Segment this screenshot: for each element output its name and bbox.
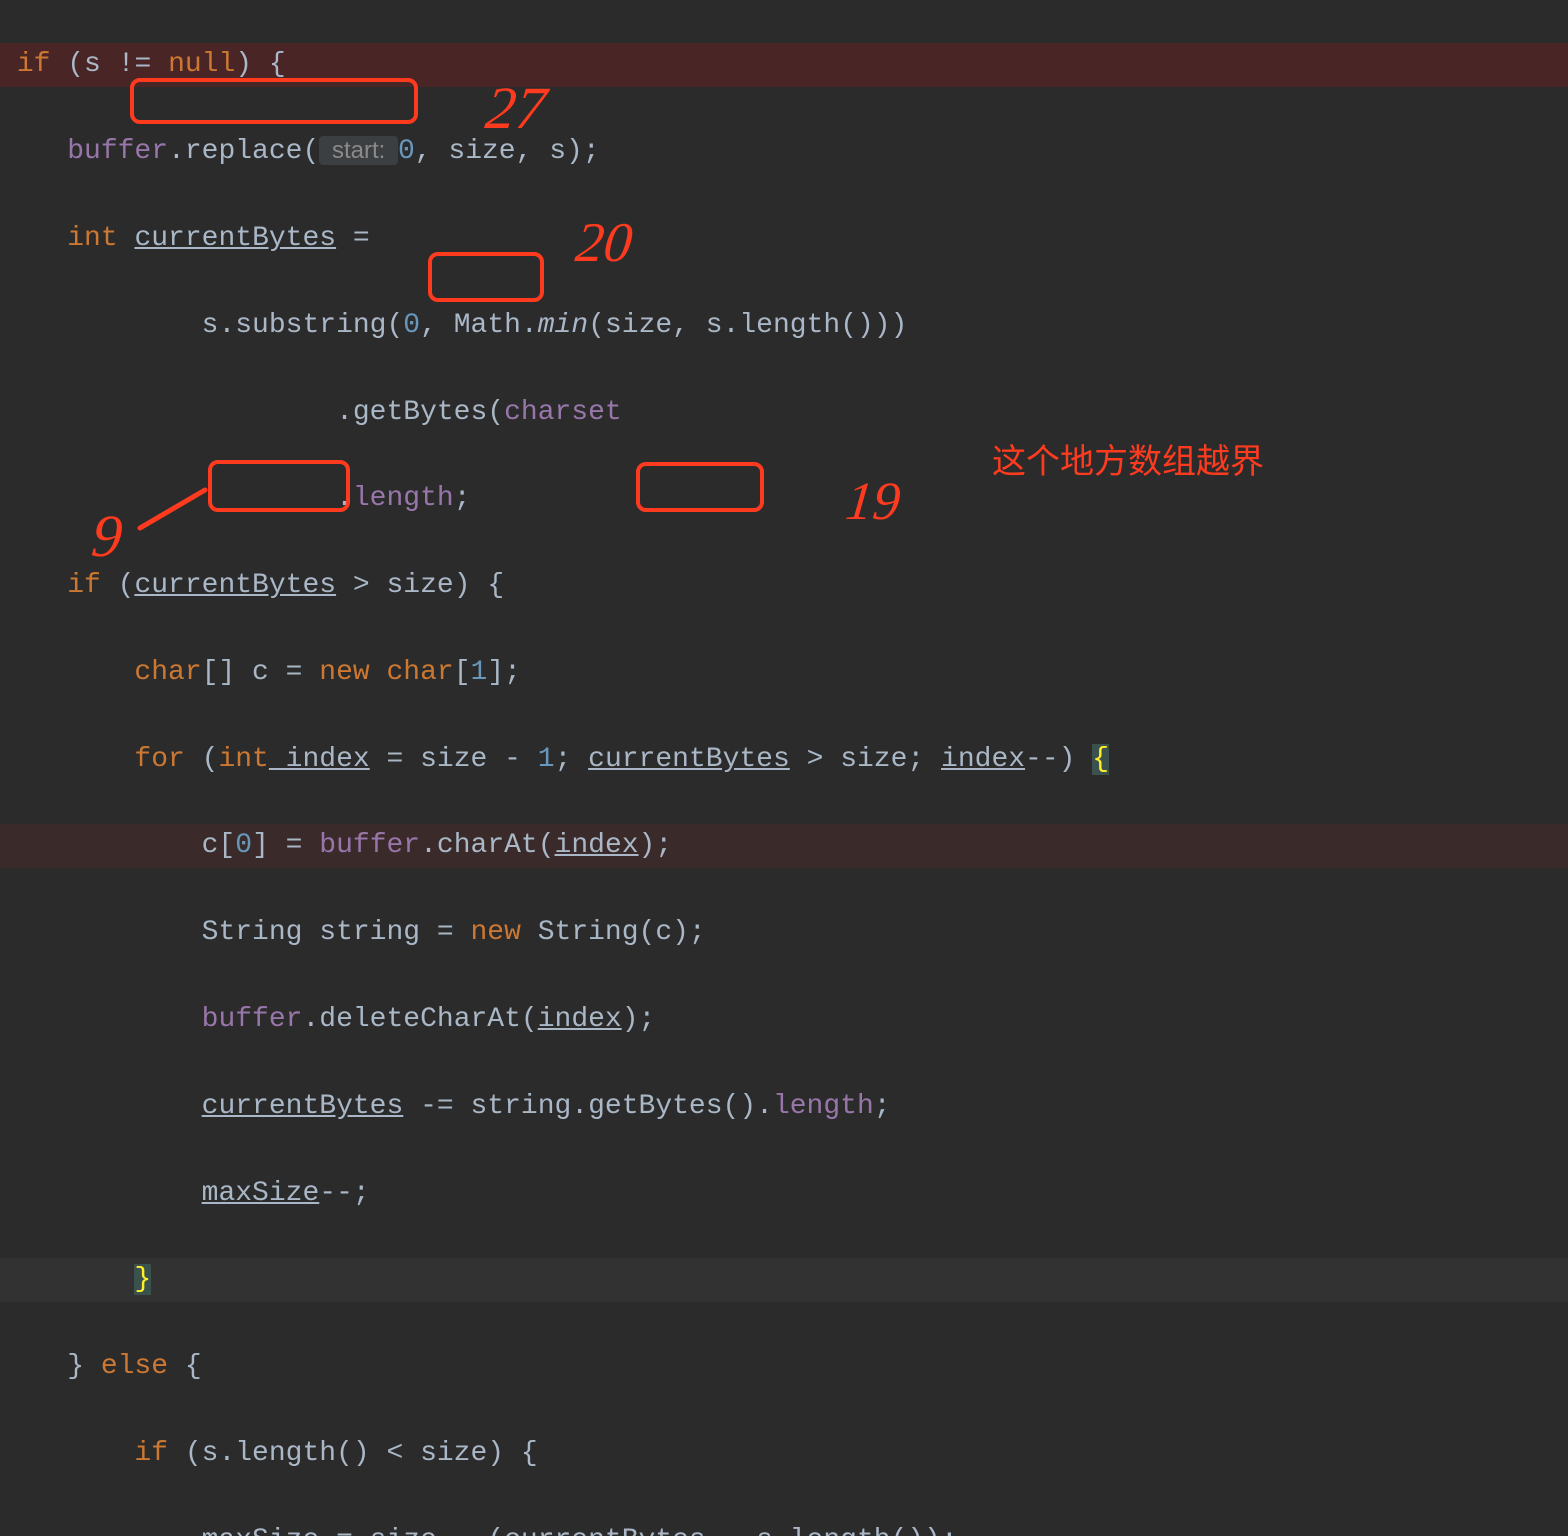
var-currentBytes: currentBytes [134,223,336,254]
code-line: } [0,1258,1568,1301]
brace-close: } [134,1264,151,1295]
code-editor[interactable]: if (s != null) { buffer.replace( start: … [0,0,1568,1536]
kw-if: if [17,49,51,80]
code-line: if (s.length() < size) { [0,1432,1568,1475]
code-line: String string = new String(c); [0,911,1568,954]
code-line: int currentBytes = [0,217,1568,260]
code-line: if (s != null) { [0,43,1568,86]
code-line: for (int index = size - 1; currentBytes … [0,738,1568,781]
code-line: maxSize--; [0,1172,1568,1215]
param-hint: start: [319,136,398,165]
code-line: char[] c = new char[1]; [0,651,1568,694]
code-line: } else { [0,1345,1568,1388]
code-line: if (currentBytes > size) { [0,564,1568,607]
code-line: s.substring(0, Math.min(size, s.length()… [0,304,1568,347]
code-line: buffer.deleteCharAt(index); [0,998,1568,1041]
code-line: maxSize = size - (currentBytes - s.lengt… [0,1519,1568,1536]
brace-open: { [1092,744,1109,775]
code-line: .getBytes(charset [0,391,1568,434]
code-line: c[0] = buffer.charAt(index); [0,824,1568,867]
code-line: .length; [0,477,1568,520]
code-line: currentBytes -= string.getBytes().length… [0,1085,1568,1128]
code-line: buffer.replace( start: 0, size, s); [0,130,1568,173]
